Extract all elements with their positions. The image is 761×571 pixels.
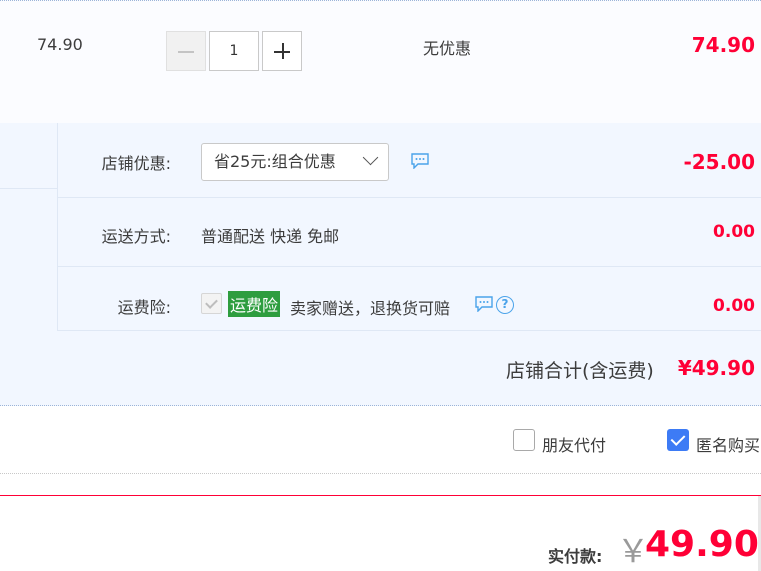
shipping-method-row: 运送方式: 普通配送 快递 免邮 0.00	[58, 198, 761, 267]
quantity-input[interactable]: 1	[209, 31, 259, 71]
order-options-row: 朋友代付 匿名购买	[0, 406, 761, 474]
shop-promo-select[interactable]: 省25元:组合优惠	[201, 143, 389, 181]
anonymous-purchase-label[interactable]: 匿名购买	[696, 432, 761, 456]
unit-price: 74.90	[37, 35, 83, 54]
chevron-down-icon	[362, 149, 379, 166]
shipping-method-label: 运送方式:	[101, 227, 171, 246]
friend-pay-checkbox[interactable]	[513, 429, 535, 451]
minus-icon	[178, 51, 194, 53]
increase-quantity-button[interactable]	[262, 31, 302, 71]
shop-promo-selected: 省25元:组合优惠	[214, 152, 336, 171]
shipping-insurance-text: 卖家赠送，退换货可赔	[290, 299, 451, 318]
shipping-insurance-label: 运费险:	[117, 298, 171, 317]
shipping-insurance-row: 运费险: 运费险 卖家赠送，退换货可赔 ? 0.00	[58, 267, 761, 331]
decrease-quantity-button[interactable]	[166, 31, 206, 71]
quantity-stepper: 1	[166, 31, 302, 71]
shop-summary: 店铺优惠: 省25元:组合优惠 -25.00 运送方式: 普通配送 快递 免邮 …	[0, 123, 761, 406]
order-item-row: 74.90 1 无优惠 74.90	[0, 0, 761, 123]
item-discount: 无优惠	[423, 39, 472, 58]
payment-label: 实付款:	[548, 547, 603, 566]
shop-total-value: ¥49.90	[677, 356, 755, 380]
anonymous-purchase-checkbox[interactable]	[667, 429, 689, 451]
shipping-method-value: 普通配送 快递 免邮	[201, 227, 340, 246]
shop-promo-label: 店铺优惠:	[101, 154, 171, 173]
shop-promo-amount: -25.00	[683, 150, 755, 174]
shipping-insurance-amount: 0.00	[713, 296, 755, 316]
help-icon[interactable]: ?	[496, 296, 514, 314]
item-subtotal: 74.90	[691, 33, 755, 57]
shipping-insurance-checkbox	[201, 293, 222, 314]
payment-amount: 49.90	[645, 524, 759, 565]
shop-left-column	[0, 123, 58, 331]
shipping-amount: 0.00	[713, 222, 755, 242]
friend-pay-label[interactable]: 朋友代付	[542, 432, 606, 456]
message-icon[interactable]	[410, 153, 430, 169]
message-icon[interactable]	[474, 296, 494, 312]
payment-summary: 实付款: ￥ 49.90	[0, 495, 761, 571]
shop-promo-row: 店铺优惠: 省25元:组合优惠 -25.00	[58, 123, 761, 198]
shop-total-label: 店铺合计(含运费)	[506, 360, 654, 382]
shipping-insurance-badge: 运费险	[228, 291, 281, 317]
